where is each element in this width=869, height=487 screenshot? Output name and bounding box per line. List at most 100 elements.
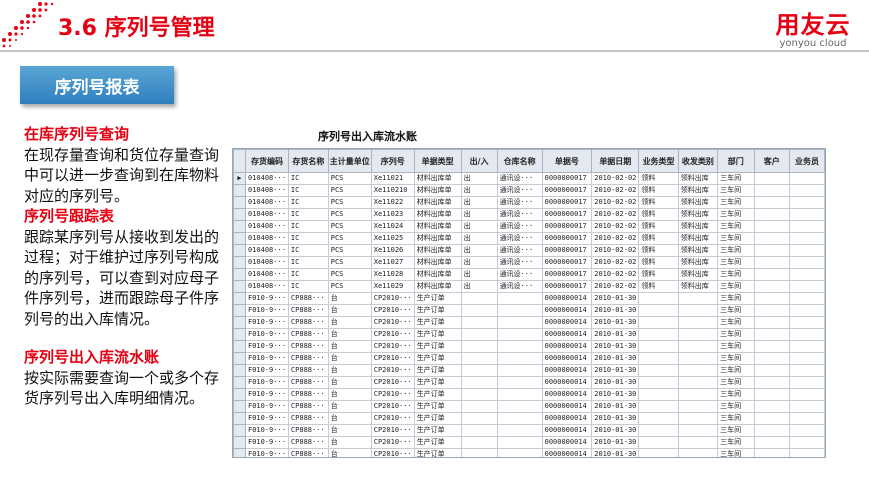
table-row[interactable]: 010408··· IC PCS Xe11026 材料出库单出通讯设··· 0000000… [233,244,825,257]
column-header[interactable]: 业务类型 [638,149,679,173]
table-row[interactable]: 010408··· IC PCS Xe11022 材料出库单出通讯设··· 0000000… [233,196,825,209]
table-cell: F010-9··· [244,292,289,305]
table-cell: 出 [460,208,498,221]
table-cell: 出 [460,184,498,197]
table-row[interactable]: F010-9··· CP888··· 台 CP2010··· 生产订单 000000001… [233,292,825,305]
column-header[interactable]: 主计量单位 [327,149,372,173]
table-cell: PCS [327,256,372,269]
table-cell: 2010-01-30 [591,292,640,305]
row-selector[interactable] [233,268,246,281]
table-cell: 三车间 [717,208,755,221]
row-selector[interactable] [233,316,246,329]
table-row[interactable]: F010-9··· CP888··· 台 CP2010··· 生产订单 000000001… [233,400,825,413]
table-cell: F010-9··· [244,376,289,389]
row-selector[interactable] [233,292,246,305]
table-cell: 三车间 [717,424,755,437]
table-cell: 台 [327,376,372,389]
row-selector[interactable] [233,220,246,233]
column-header[interactable]: 仓库名称 [496,149,543,173]
table-cell [638,448,679,457]
table-row[interactable]: F010-9··· CP888··· 台 CP2010··· 生产订单 000000001… [233,304,825,317]
row-selector[interactable] [233,448,246,457]
table-row[interactable]: 010408··· IC PCS Xe11029 材料出库单出通讯设··· 0000000… [233,280,825,293]
table-cell: Xe11026 [370,244,415,257]
table-cell [789,376,825,389]
table-row[interactable]: F010-9··· CP888··· 台 CP2010··· 生产订单 000000001… [233,340,825,353]
table-cell [753,352,791,365]
column-header[interactable]: 单据号 [541,149,593,173]
table-cell [496,424,543,437]
table-cell [677,400,719,413]
table-cell: 生产订单 [413,364,462,377]
column-header[interactable]: 业务员 [789,149,825,173]
row-selector[interactable] [233,196,246,209]
row-selector[interactable] [233,352,246,365]
report-grid[interactable]: 存货编码 存货名称 主计量单位 序列号 单据类型 出/入 仓库名称 单据号 单据日期 业务类型 收发… [232,148,826,458]
row-selector[interactable] [233,280,246,293]
table-cell: 领料 [638,244,679,257]
table-cell [789,184,825,197]
row-selector[interactable] [233,304,246,317]
table-row[interactable]: F010-9··· CP888··· 台 CP2010··· 生产订单 000000001… [233,448,825,457]
row-selector[interactable] [233,328,246,341]
table-row[interactable]: F010-9··· CP888··· 台 CP2010··· 生产订单 000000001… [233,436,825,449]
row-selector[interactable] [233,364,246,377]
row-selector[interactable] [233,436,246,449]
table-cell: 三车间 [717,280,755,293]
table-cell [460,292,498,305]
row-selector[interactable] [233,340,246,353]
table-row[interactable]: F010-9··· CP888··· 台 CP2010··· 生产订单 000000001… [233,388,825,401]
row-selector[interactable] [233,256,246,269]
column-header[interactable]: 存货编码 [244,149,289,173]
table-cell: CP888··· [287,400,329,413]
table-row[interactable]: 010408··· IC PCS Xe11023 材料出库单出通讯设··· 0000000… [233,208,825,221]
table-cell: 0000000017 [541,232,593,245]
table-row[interactable]: 010408··· IC PCS Xe11027 材料出库单出通讯设··· 0000000… [233,256,825,269]
table-cell: 0000000014 [541,304,593,317]
table-row[interactable]: 010408··· IC PCS Xe11025 材料出库单出通讯设··· 0000000… [233,232,825,245]
row-selector[interactable] [233,388,246,401]
table-row[interactable]: F010-9··· CP888··· 台 CP2010··· 生产订单 000000001… [233,352,825,365]
table-row[interactable]: 010408··· IC PCS Xe11028 材料出库单出通讯设··· 0000000… [233,268,825,281]
table-cell: 三车间 [717,388,755,401]
table-row[interactable]: 010408··· IC PCS Xe110210 材料出库单出通讯设··· 000000… [233,184,825,197]
column-header[interactable]: 客户 [753,149,791,173]
row-selector[interactable] [233,424,246,437]
column-header[interactable]: 部门 [717,149,755,173]
table-row[interactable]: F010-9··· CP888··· 台 CP2010··· 生产订单 000000001… [233,316,825,329]
table-cell [460,364,498,377]
table-cell [789,328,825,341]
table-row[interactable]: ▶ 010408··· IC PCS Xe11021 材料出库单出通讯设··· 000000… [233,172,825,185]
table-cell: 出 [460,172,498,185]
column-header[interactable]: 收发类别 [677,149,719,173]
table-row[interactable]: 010408··· IC PCS Xe11024 材料出库单出通讯设··· 0000000… [233,220,825,233]
column-header[interactable]: 单据日期 [591,149,640,173]
row-selector[interactable] [233,412,246,425]
table-cell: 三车间 [717,376,755,389]
table-body: ▶ 010408··· IC PCS Xe11021 材料出库单出通讯设··· 000000… [233,172,825,457]
row-selector[interactable] [233,244,246,257]
row-selector[interactable] [233,232,246,245]
row-selector[interactable] [233,208,246,221]
table-row[interactable]: F010-9··· CP888··· 台 CP2010··· 生产订单 000000001… [233,376,825,389]
table-cell: 出 [460,232,498,245]
table-cell: 台 [327,436,372,449]
column-header[interactable]: 存货名称 [287,149,329,173]
column-header[interactable]: 序列号 [370,149,415,173]
row-selector[interactable] [233,376,246,389]
table-cell: CP888··· [287,364,329,377]
row-selector[interactable] [233,400,246,413]
row-selector[interactable]: ▶ [233,172,246,185]
table-row[interactable]: F010-9··· CP888··· 台 CP2010··· 生产订单 000000001… [233,424,825,437]
column-header[interactable]: 单据类型 [413,149,462,173]
row-selector[interactable] [233,184,246,197]
table-cell: 2010-01-30 [591,364,640,377]
table-cell [638,388,679,401]
table-row[interactable]: F010-9··· CP888··· 台 CP2010··· 生产订单 000000001… [233,364,825,377]
table-row[interactable]: F010-9··· CP888··· 台 CP2010··· 生产订单 000000001… [233,328,825,341]
table-cell: IC [287,268,329,281]
table-row[interactable]: F010-9··· CP888··· 台 CP2010··· 生产订单 000000001… [233,412,825,425]
table-cell [677,304,719,317]
decorative-dot-pattern [2,2,54,48]
column-header[interactable]: 出/入 [460,149,498,173]
